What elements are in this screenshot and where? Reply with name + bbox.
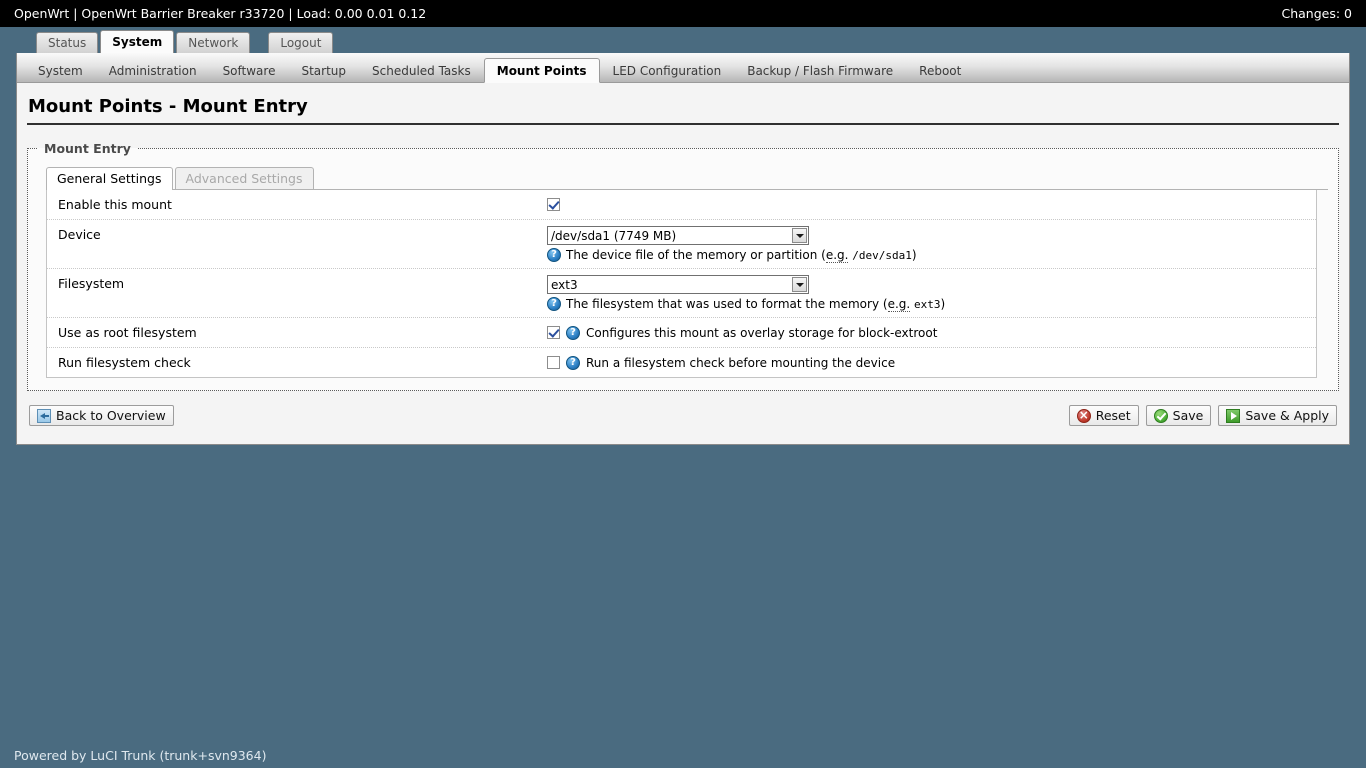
device-help-abbr: e.g. [825,248,849,263]
filesystem-select[interactable]: ext3 [547,275,809,294]
arrow-left-icon [37,408,51,423]
filesystem-help-abbr: e.g. [887,297,911,312]
sub-tab-backup-flash-firmware[interactable]: Backup / Flash Firmware [734,58,906,82]
panel-body: Mount Points - Mount Entry Mount Entry G… [17,83,1349,444]
changes-indicator[interactable]: Changes: 0 [1281,6,1352,21]
sub-tab-led-configuration[interactable]: LED Configuration [600,58,735,82]
row-device: Device /dev/sda1 (7749 MB) ? The device … [47,220,1316,269]
label-root-filesystem: Use as root filesystem [58,325,197,340]
mount-entry-form: Enable this mount Device /dev/sda1 (7749… [46,190,1317,378]
filesystem-help-code: ext3 [914,298,941,311]
mount-entry-fieldset: Mount Entry General Settings Advanced Se… [27,141,1339,391]
content-panel: System Administration Software Startup S… [16,53,1350,445]
action-bar: Back to Overview Reset Save Save & Apply [27,391,1339,432]
row-enable-mount: Enable this mount [47,190,1316,220]
device-help-text: ? The device file of the memory or parti… [547,248,1316,263]
sub-tab-startup[interactable]: Startup [288,58,359,82]
label-enable-mount: Enable this mount [58,197,172,212]
value-device: /dev/sda1 (7749 MB) ? The device file of… [547,220,1316,268]
checkbox-enable-mount[interactable] [547,198,560,211]
save-button-group: Reset Save Save & Apply [1068,405,1337,426]
filesystem-help-text: ? The filesystem that was used to format… [547,297,1316,312]
help-icon: ? [566,325,580,340]
save-apply-label: Save & Apply [1245,408,1329,423]
checkbox-fsck[interactable] [547,356,560,369]
tab-general-settings[interactable]: General Settings [46,167,173,190]
main-tab-bar: Status System Network Logout [0,27,1366,53]
header-title: OpenWrt | OpenWrt Barrier Breaker r33720… [14,6,427,21]
main-tab-logout[interactable]: Logout [268,32,334,53]
sub-tab-software[interactable]: Software [210,58,289,82]
value-enable-mount [547,190,1316,219]
check-circle-icon [1153,408,1168,423]
device-help-body: The device file of the memory or partiti… [566,248,917,263]
help-icon: ? [566,355,580,370]
settings-tab-bar: General Settings Advanced Settings [46,166,1328,190]
device-select-wrapper: /dev/sda1 (7749 MB) [547,226,809,245]
save-label: Save [1172,408,1204,423]
sub-navigation-bar: System Administration Software Startup S… [17,53,1349,83]
page-title: Mount Points - Mount Entry [27,93,1339,125]
tab-advanced-settings[interactable]: Advanced Settings [174,167,314,189]
main-tab-system[interactable]: System [100,30,175,53]
play-icon [1226,408,1241,423]
help-icon: ? [547,248,561,262]
label-device: Device [58,227,101,242]
label-fsck: Run filesystem check [58,355,191,370]
reset-label: Reset [1095,408,1131,423]
reset-icon [1076,408,1091,423]
value-filesystem: ext3 ? The filesystem that was used to f… [547,269,1316,317]
filesystem-help-prefix: The filesystem that was used to format t… [566,297,888,311]
save-button[interactable]: Save [1145,405,1212,426]
checkbox-root-filesystem[interactable] [547,326,560,339]
sub-tab-system[interactable]: System [25,58,96,82]
root-filesystem-help-text: Configures this mount as overlay storage… [586,325,938,340]
sub-tab-mount-points[interactable]: Mount Points [483,58,600,83]
device-help-suffix: ) [911,248,917,262]
value-root-filesystem: ? Configures this mount as overlay stora… [547,318,1316,347]
filesystem-help-body: The filesystem that was used to format t… [566,297,946,312]
main-tab-status[interactable]: Status [36,32,99,53]
value-fsck: ? Run a filesystem check before mounting… [547,348,1316,377]
sub-tab-administration[interactable]: Administration [96,58,210,82]
row-fsck: Run filesystem check ? Run a filesystem … [47,348,1316,377]
top-header-bar: OpenWrt | OpenWrt Barrier Breaker r33720… [0,0,1366,27]
reset-button[interactable]: Reset [1068,405,1139,426]
row-root-filesystem: Use as root filesystem ? Configures this… [47,318,1316,348]
fieldset-legend: Mount Entry [44,141,131,156]
footer-text: Powered by LuCI Trunk (trunk+svn9364) [14,748,267,763]
save-apply-button[interactable]: Save & Apply [1218,405,1337,426]
device-help-prefix: The device file of the memory or partiti… [566,248,826,262]
row-filesystem: Filesystem ext3 ? The filesystem that wa… [47,269,1316,318]
back-to-overview-button[interactable]: Back to Overview [29,405,174,426]
fsck-help-text: Run a filesystem check before mounting t… [586,355,896,370]
main-tab-network[interactable]: Network [176,32,251,53]
sub-tab-scheduled-tasks[interactable]: Scheduled Tasks [359,58,484,82]
back-to-overview-label: Back to Overview [56,408,166,423]
help-icon: ? [547,297,561,311]
filesystem-help-suffix: ) [940,297,946,311]
device-select[interactable]: /dev/sda1 (7749 MB) [547,226,809,245]
filesystem-select-wrapper: ext3 [547,275,809,294]
device-help-code: /dev/sda1 [852,249,912,262]
sub-tab-reboot[interactable]: Reboot [906,58,974,82]
label-filesystem: Filesystem [58,276,125,291]
